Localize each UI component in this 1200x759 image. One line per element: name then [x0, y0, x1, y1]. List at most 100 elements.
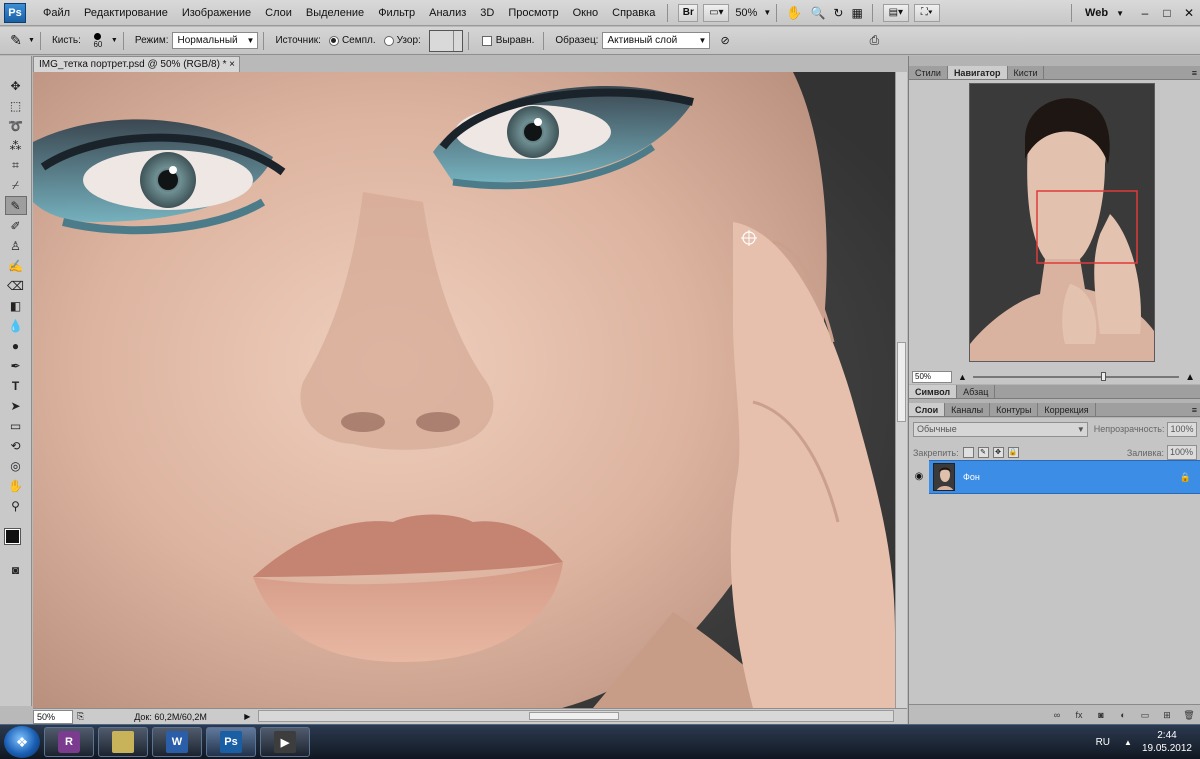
- new-layer-icon[interactable]: ⊞: [1159, 708, 1175, 722]
- scroll-thumb[interactable]: [897, 342, 906, 422]
- layer-row[interactable]: ◉ Фон 🔒: [909, 460, 1200, 494]
- zoom-tool-icon[interactable]: ⚲: [5, 496, 27, 515]
- menu-3d[interactable]: 3D: [473, 0, 501, 26]
- add-mask-icon[interactable]: ◙: [1093, 708, 1109, 722]
- fill-field[interactable]: 100%: [1167, 445, 1197, 460]
- lock-transparency-icon[interactable]: [962, 447, 974, 458]
- source-sampled-radio[interactable]: [328, 35, 339, 46]
- hand-tool-icon[interactable]: ✋: [786, 5, 802, 21]
- delete-layer-icon[interactable]: 🗑: [1181, 708, 1197, 722]
- tray-expand-icon[interactable]: ▲: [1124, 738, 1132, 747]
- tab-layers[interactable]: Слои: [909, 403, 946, 416]
- blend-mode-select[interactable]: Обычные ▼: [913, 422, 1088, 437]
- menu-image[interactable]: Изображение: [175, 0, 258, 26]
- lasso-tool-icon[interactable]: ➰: [5, 116, 27, 135]
- tablet-pressure-icon[interactable]: ⎙: [870, 33, 880, 48]
- chevron-down-icon[interactable]: ▼: [763, 8, 771, 17]
- path-select-tool-icon[interactable]: ➤: [5, 396, 27, 415]
- clone-stamp-tool-icon[interactable]: ♙: [5, 236, 27, 255]
- dodge-tool-icon[interactable]: ●: [5, 336, 27, 355]
- lock-position-icon[interactable]: ✥: [992, 447, 1004, 458]
- navigator-zoom-field[interactable]: 50%: [912, 371, 952, 383]
- lock-all-icon[interactable]: 🔒: [1007, 447, 1019, 458]
- taskbar-winrar[interactable]: R: [44, 727, 94, 757]
- tab-styles[interactable]: Стили: [909, 66, 948, 79]
- opacity-field[interactable]: 100%: [1167, 422, 1197, 437]
- taskbar-word[interactable]: W: [152, 727, 202, 757]
- healing-brush-tool-icon[interactable]: ✎: [4, 196, 27, 215]
- minimize-button[interactable]: –: [1134, 6, 1156, 20]
- layer-style-icon[interactable]: fx: [1071, 708, 1087, 722]
- sample-select[interactable]: Активный слой ▼: [602, 32, 711, 49]
- tab-adjustments[interactable]: Коррекция: [1038, 403, 1096, 416]
- quick-mask-icon[interactable]: ◙: [5, 560, 27, 579]
- tab-navigator[interactable]: Навигатор: [947, 66, 1008, 79]
- menu-layer[interactable]: Слои: [258, 0, 299, 26]
- navigator-thumbnail[interactable]: [969, 83, 1155, 362]
- menu-filter[interactable]: Фильтр: [371, 0, 422, 26]
- tab-character[interactable]: Символ: [909, 385, 958, 398]
- tab-paths[interactable]: Контуры: [990, 403, 1039, 416]
- ignore-adjustment-layers-icon[interactable]: ⊘: [720, 34, 729, 47]
- status-zoom-field[interactable]: 50%: [33, 709, 73, 724]
- photoshop-logo-icon[interactable]: Ps: [4, 2, 26, 23]
- hand-tool-icon[interactable]: ✋: [5, 476, 27, 495]
- blur-tool-icon[interactable]: 💧: [5, 316, 27, 335]
- gradient-tool-icon[interactable]: ◧: [5, 296, 27, 315]
- quick-select-tool-icon[interactable]: ⁂: [5, 136, 27, 155]
- history-brush-tool-icon[interactable]: ✍: [5, 256, 27, 275]
- horizontal-scrollbar[interactable]: [258, 710, 894, 722]
- type-tool-icon[interactable]: T: [5, 376, 27, 395]
- marquee-tool-icon[interactable]: ⬚: [5, 96, 27, 115]
- shape-tool-icon[interactable]: ▭: [5, 416, 27, 435]
- tab-brushes[interactable]: Кисти: [1008, 66, 1045, 79]
- bridge-button[interactable]: Br: [678, 3, 699, 22]
- panel-menu-icon[interactable]: ≡: [1192, 66, 1197, 79]
- navigator-zoom-slider[interactable]: [972, 372, 1180, 381]
- taskbar-folder[interactable]: [98, 727, 148, 757]
- move-tool-icon[interactable]: ✥: [5, 76, 27, 95]
- tab-channels[interactable]: Каналы: [945, 403, 991, 416]
- menu-edit[interactable]: Редактирование: [77, 0, 175, 26]
- arrange-documents-button[interactable]: ▤▾: [882, 3, 909, 22]
- language-indicator[interactable]: RU: [1096, 737, 1110, 748]
- tab-paragraph[interactable]: Абзац: [957, 385, 996, 398]
- start-button[interactable]: ❖: [4, 726, 40, 758]
- adjustment-layer-icon[interactable]: ◐: [1115, 708, 1131, 722]
- view-extras-button[interactable]: ▭▾: [703, 3, 730, 22]
- brush-tool-icon[interactable]: ✐: [5, 216, 27, 235]
- taskbar-media[interactable]: ▶: [260, 727, 310, 757]
- zoom-in-icon[interactable]: ▲: [1185, 372, 1195, 383]
- menu-select[interactable]: Выделение: [299, 0, 371, 26]
- link-layers-icon[interactable]: ∞: [1049, 708, 1065, 722]
- menu-help[interactable]: Справка: [605, 0, 662, 26]
- chevron-down-icon[interactable]: ▼: [111, 37, 118, 44]
- visibility-eye-icon[interactable]: ◉: [909, 460, 929, 494]
- new-group-icon[interactable]: ▭: [1137, 708, 1153, 722]
- zoom-level-select[interactable]: 50%: [729, 7, 763, 19]
- healing-brush-tool-icon[interactable]: ✎: [4, 32, 28, 49]
- taskbar-photoshop[interactable]: Ps: [206, 727, 256, 757]
- slider-knob[interactable]: [1100, 372, 1106, 381]
- chevron-down-icon[interactable]: ▼: [1116, 9, 1124, 18]
- screen-mode-button[interactable]: ⛶▾: [913, 3, 940, 22]
- mode-select[interactable]: Нормальный ▼: [172, 32, 259, 49]
- menu-analysis[interactable]: Анализ: [422, 0, 473, 26]
- aligned-checkbox[interactable]: [481, 35, 492, 46]
- zoom-tool-icon[interactable]: 🔍: [810, 6, 825, 20]
- pattern-picker[interactable]: [428, 29, 463, 52]
- eyedropper-tool-icon[interactable]: ⌿: [5, 176, 27, 195]
- crop-tool-icon[interactable]: ⌗: [5, 156, 27, 175]
- status-menu-arrow-icon[interactable]: ▶: [244, 712, 250, 721]
- panel-menu-icon[interactable]: ≡: [1192, 403, 1197, 416]
- vertical-scrollbar[interactable]: [895, 72, 907, 708]
- workspace-switcher[interactable]: Web: [1077, 7, 1116, 19]
- layer-name[interactable]: Фон: [963, 472, 980, 482]
- lock-pixels-icon[interactable]: ✎: [977, 447, 989, 458]
- document-tab[interactable]: IMG_тетка портрет.psd @ 50% (RGB/8) * ×: [33, 56, 240, 72]
- status-export-icon[interactable]: ⎘: [77, 711, 84, 722]
- menu-file[interactable]: Файл: [36, 0, 77, 26]
- foreground-color-swatch[interactable]: [3, 528, 21, 545]
- chevron-down-icon[interactable]: ▼: [28, 37, 35, 44]
- rotate-view-icon[interactable]: ↻: [833, 6, 843, 20]
